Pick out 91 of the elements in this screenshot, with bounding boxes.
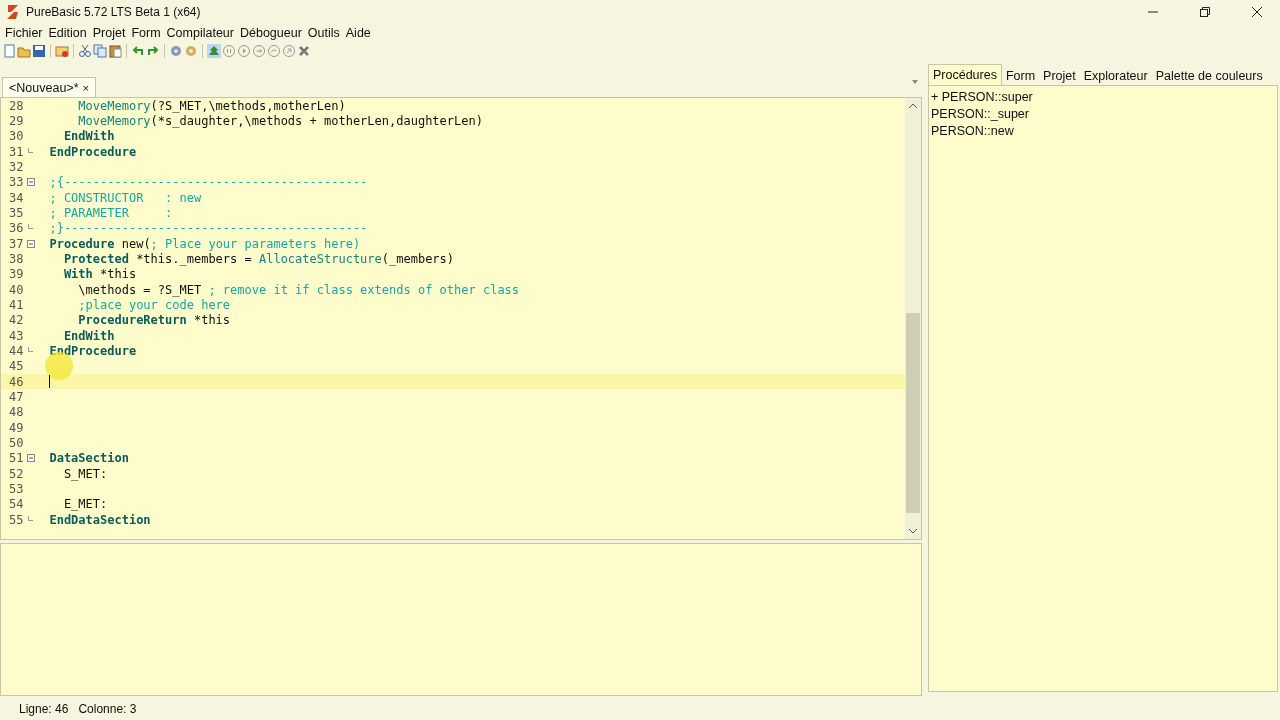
copy-icon[interactable]	[93, 44, 107, 58]
scissors-icon[interactable]	[78, 44, 92, 58]
code-line: EndProcedure	[48, 343, 137, 358]
code-line: EndWith	[62, 328, 115, 343]
code-line: ;}------------------------------------------	[48, 221, 368, 236]
code-line: E_MET:	[62, 497, 108, 512]
file-tab[interactable]: <Nouveau>* ×	[2, 77, 96, 97]
line-number: 49	[8, 420, 25, 435]
line-number: 31	[8, 144, 25, 159]
menu-item[interactable]: Débogueur	[236, 26, 305, 40]
line-number: 33	[8, 175, 25, 190]
line-number: 40	[8, 282, 25, 297]
status-text: Ligne: 46	[19, 702, 69, 717]
line-number: 37	[8, 236, 25, 251]
window-title: PureBasic 5.72 LTS Beta 1 (x64)	[26, 5, 202, 19]
menu-item[interactable]: Fichier	[2, 26, 46, 40]
code-line: S_MET:	[62, 466, 108, 481]
line-number: 34	[8, 190, 25, 205]
menu-item[interactable]: Outils	[304, 26, 343, 40]
code-line: With *this	[62, 267, 137, 282]
app-logo-icon	[6, 4, 20, 20]
redo-icon[interactable]	[146, 44, 160, 58]
menu-item[interactable]: Aide	[342, 26, 374, 40]
scrollbar-thumb[interactable]	[906, 312, 920, 513]
panel-tab[interactable]: Explorateur	[1079, 66, 1152, 85]
menu-item[interactable]: Compilateur	[163, 26, 237, 40]
line-number: 39	[8, 267, 25, 282]
text-cursor	[49, 374, 50, 388]
procedure-item[interactable]: PERSON::_super	[931, 106, 1275, 123]
code-line: \methods = ?S_MET ; remove it if class extends of other class	[77, 282, 520, 297]
line-number: 30	[8, 129, 25, 144]
line-number: 41	[8, 297, 25, 312]
line-number: 51	[8, 451, 25, 466]
line-number: 29	[8, 114, 25, 128]
folder-icon[interactable]	[17, 44, 31, 58]
line-number: 46	[8, 374, 25, 389]
code-line: Procedure new(; Place your parameters here)	[48, 236, 361, 251]
panel-tab[interactable]: Procédures	[928, 64, 1002, 85]
line-number: 52	[8, 466, 25, 481]
fold-toggle-icon[interactable]	[27, 454, 35, 463]
code-line: EndDataSection	[48, 512, 151, 527]
clipboard-icon[interactable]	[108, 44, 122, 58]
code-line: Protected *this._members = AllocateStructure(_members)	[62, 251, 455, 266]
procedure-item[interactable]: PERSON::new	[931, 123, 1275, 140]
panel-tab[interactable]: Palette de couleurs	[1151, 66, 1267, 85]
menu-item[interactable]: Edition	[45, 26, 90, 40]
undo-icon[interactable]	[131, 44, 145, 58]
code-line: EndWith	[62, 129, 115, 144]
code-line: ;place your code here	[77, 297, 231, 312]
line-number: 36	[8, 221, 25, 236]
panel-tab[interactable]: Form	[1001, 66, 1040, 85]
fold-toggle-icon[interactable]	[27, 178, 35, 187]
code-line: MoveMemory(?S_MET,\methods,motherLen)	[77, 98, 346, 113]
code-line: EndProcedure	[48, 144, 137, 159]
line-number: 55	[8, 512, 25, 527]
code-line: DataSection	[48, 451, 129, 466]
line-number: 53	[8, 481, 25, 496]
save-icon[interactable]	[32, 44, 46, 58]
panel-tab[interactable]: Projet	[1039, 66, 1080, 85]
code-line: ; CONSTRUCTOR : new	[48, 190, 202, 205]
fold-toggle-icon[interactable]	[27, 239, 35, 248]
step-out-icon[interactable]	[282, 44, 296, 58]
stop-icon[interactable]	[297, 44, 311, 58]
line-number: 48	[8, 405, 25, 420]
procedure-item[interactable]: + PERSON::super	[931, 89, 1275, 106]
line-number: 38	[8, 251, 25, 266]
line-number: 50	[8, 435, 25, 450]
menu-item[interactable]: Projet	[89, 26, 129, 40]
line-number: 42	[8, 313, 25, 328]
code-line: ; PARAMETER :	[48, 205, 173, 220]
line-number: 28	[8, 98, 25, 113]
code-line: ProcedureReturn *this	[77, 313, 231, 328]
code-line: ;{------------------------------------------	[48, 175, 368, 190]
menu-item[interactable]: Form	[128, 26, 164, 40]
line-number: 35	[8, 205, 25, 220]
new-file-icon[interactable]	[2, 44, 16, 58]
code-line: MoveMemory(*s_daughter,\methods + motherLen,daughterLen)	[77, 114, 483, 128]
play-icon[interactable]	[237, 44, 251, 58]
dropdown-arrow-icon[interactable]	[910, 78, 920, 86]
options-icon[interactable]	[55, 44, 69, 58]
restore-icon[interactable]	[1200, 7, 1210, 17]
line-number: 54	[8, 497, 25, 512]
status-text: Colonne: 3	[78, 702, 137, 717]
line-number: 44	[8, 343, 25, 358]
step-icon[interactable]	[252, 44, 266, 58]
line-number: 47	[8, 389, 25, 404]
line-number: 32	[8, 159, 25, 174]
pause-icon[interactable]	[222, 44, 236, 58]
line-number: 43	[8, 328, 25, 343]
close-icon[interactable]	[1252, 7, 1262, 17]
line-number: 45	[8, 359, 25, 374]
